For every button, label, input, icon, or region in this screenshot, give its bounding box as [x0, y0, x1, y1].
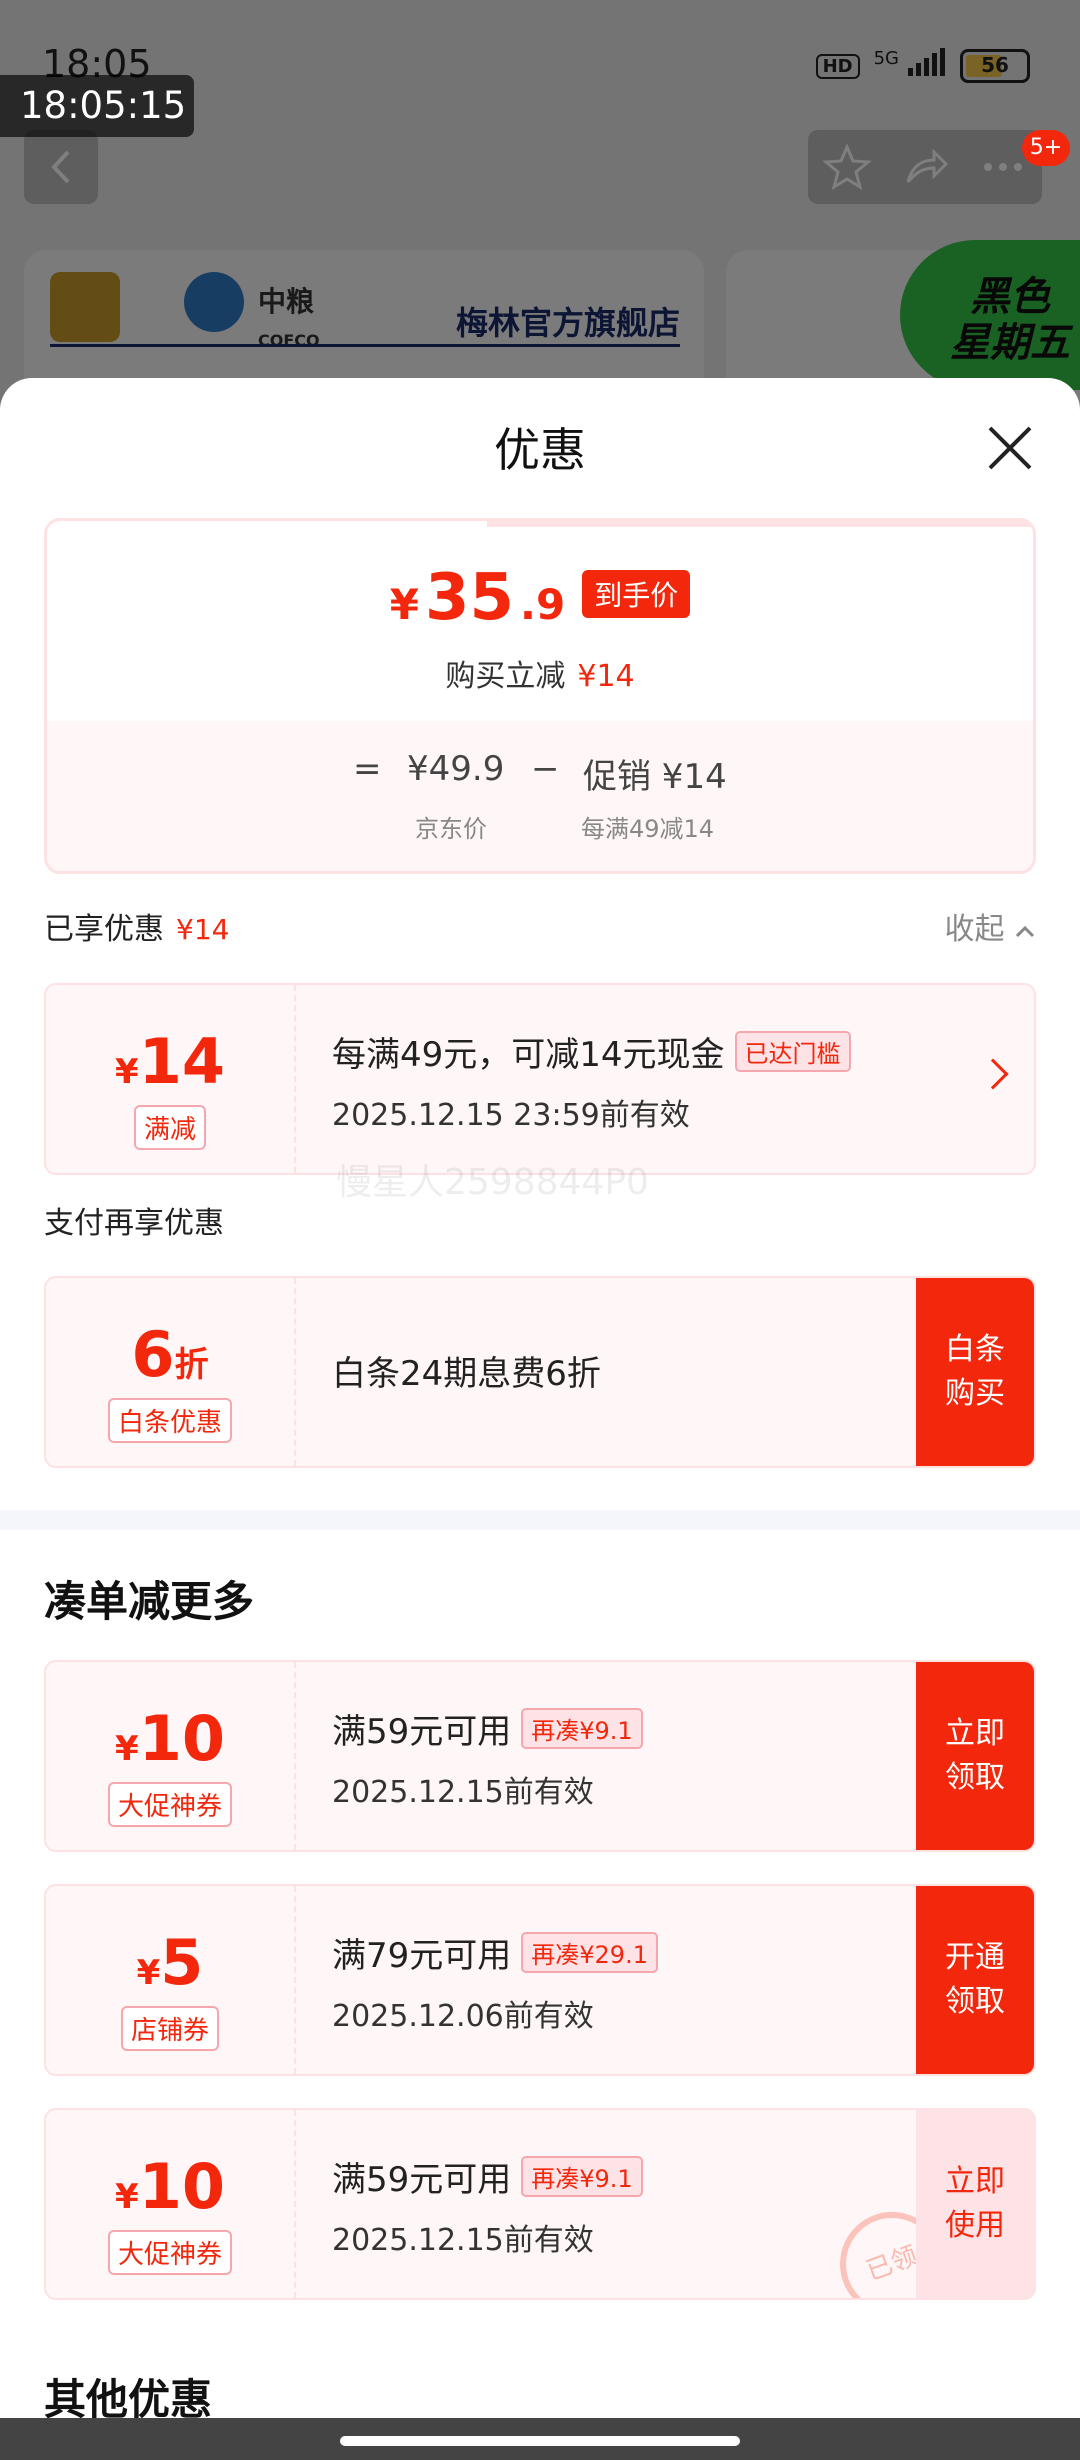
final-price-tag: 到手价 — [582, 570, 691, 618]
threshold-chip: 已达门槛 — [734, 1031, 851, 1072]
remaining-chip: 再凑¥9.1 — [521, 2156, 643, 2197]
jd-price-label: 京东价 — [415, 815, 487, 843]
baitiao-buy-button[interactable]: 白条 购买 — [916, 1278, 1034, 1466]
coupon-date: 2025.12.15 23:59前有效 — [332, 1098, 690, 1133]
promo-amount: 促销 ¥14 — [583, 757, 727, 797]
sheet-title: 优惠 — [494, 423, 586, 477]
coupon-date: 2025.12.15前有效 — [332, 1775, 594, 1810]
pay-section-title: 支付再享优惠 — [44, 1206, 224, 1241]
final-price-dec: .9 — [520, 580, 566, 629]
price-summary: ¥ 35 .9 到手价 购买立减 ¥14 = ¥49.9 − 促销 ¥14 京东价… — [44, 518, 1036, 874]
final-price-int: 35 — [424, 561, 514, 635]
coupon-title: 白条24期息费6折 — [332, 1354, 601, 1394]
remaining-chip: 再凑¥29.1 — [521, 1932, 658, 1973]
discount-sheet: 优惠 ¥ 35 .9 到手价 购买立减 ¥14 = ¥49.9 − 促销 ¥14 … — [0, 378, 1080, 2460]
coupon-type-tag: 大促神券 — [107, 2230, 233, 2275]
remaining-chip: 再凑¥9.1 — [521, 1708, 643, 1749]
reduce-line: 购买立减 ¥14 — [445, 659, 635, 694]
chevron-up-icon — [1015, 925, 1035, 938]
coupon-title: 满79元可用 — [332, 1936, 512, 1976]
coupon-type-tag: 大促神券 — [107, 1782, 233, 1827]
close-icon[interactable] — [980, 418, 1040, 478]
fullcut-coupon[interactable]: ¥14 满减 每满49元，可减14元现金 已达门槛 2025.12.15 23:5… — [44, 983, 1036, 1175]
coupon-date: 2025.12.15前有效 — [332, 2223, 594, 2258]
coupon-date: 2025.12.06前有效 — [332, 1999, 594, 2034]
price-currency: ¥ — [389, 580, 419, 629]
collapse-button[interactable]: 收起 — [944, 904, 1036, 948]
claim-button[interactable]: 立即 领取 — [916, 1662, 1034, 1850]
price-breakdown: = ¥49.9 − 促销 ¥14 京东价 每满49减14 — [47, 721, 1033, 871]
coupon-item[interactable]: ¥10 大促神券 满59元可用 再凑¥9.1 2025.12.15前有效 已领 立… — [44, 2108, 1036, 2300]
baitiao-coupon[interactable]: 6折 白条优惠 白条24期息费6折 白条 购买 — [44, 1276, 1036, 1468]
chevron-right-icon — [977, 1058, 1009, 1090]
more-section-title: 凑单减更多 — [44, 1577, 255, 1626]
home-indicator[interactable] — [340, 2436, 740, 2446]
open-claim-button[interactable]: 开通 领取 — [916, 1886, 1034, 2074]
coupon-title: 满59元可用 — [332, 1712, 512, 1752]
jd-price: ¥49.9 — [407, 749, 505, 789]
coupon-type-tag: 满减 — [133, 1105, 207, 1150]
coupon-title: 每满49元，可减14元现金 — [332, 1035, 725, 1075]
time-overlay: 18:05:15 — [0, 75, 194, 137]
coupon-item[interactable]: ¥10 大促神券 满59元可用 再凑¥9.1 2025.12.15前有效 立即 领取 — [44, 1660, 1036, 1852]
notification-badge: 5+ — [1022, 130, 1070, 166]
enjoyed-row: 已享优惠 ¥14 收起 — [44, 904, 1036, 948]
promo-sub-label: 每满49减14 — [581, 815, 715, 843]
use-now-button[interactable]: 立即 使用 — [916, 2110, 1034, 2298]
coupon-type-tag: 店铺券 — [120, 2006, 220, 2051]
coupon-title: 满59元可用 — [332, 2160, 512, 2200]
coupon-type-tag: 白条优惠 — [107, 1398, 233, 1443]
coupon-item[interactable]: ¥5 店铺券 满79元可用 再凑¥29.1 2025.12.06前有效 开通 领取 — [44, 1884, 1036, 2076]
